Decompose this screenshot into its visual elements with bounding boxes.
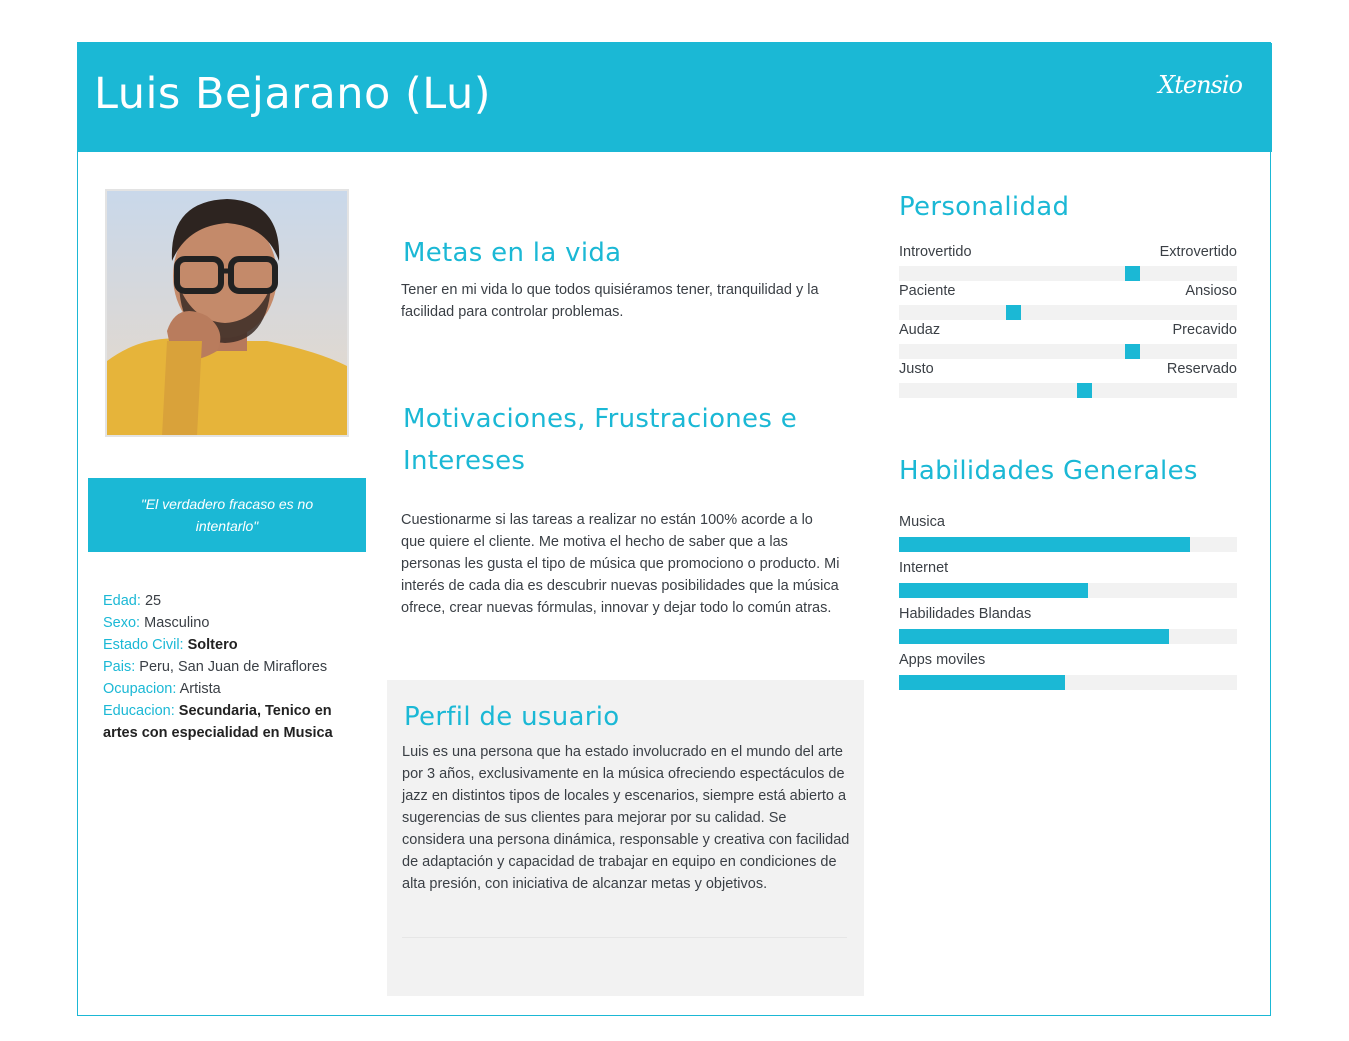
divider [402, 937, 847, 938]
civil-status-value: Soltero [187, 637, 238, 653]
sex-row: Sexo: Masculino [103, 612, 363, 634]
country-row: Pais: Peru, San Juan de Miraflores [103, 656, 363, 678]
country-label: Pais: [103, 659, 136, 675]
trait-left-label: Audaz [899, 322, 941, 338]
skill-row: Habilidades Blandas [899, 606, 1237, 652]
trait-row: Audaz Precavido [899, 322, 1237, 361]
trait-row: Justo Reservado [899, 361, 1237, 400]
skill-label: Apps moviles [899, 652, 986, 668]
trait-left-label: Paciente [899, 283, 956, 299]
skill-row: Internet [899, 560, 1237, 606]
skill-row: Apps moviles [899, 652, 1237, 698]
xtensio-logo[interactable]: Xtensio [1158, 71, 1243, 99]
profile-text: Luis es una persona que ha estado involu… [402, 744, 850, 892]
education-label: Educacion: [103, 703, 175, 719]
skill-bar-track [899, 537, 1237, 552]
skill-bar-fill [899, 629, 1169, 644]
trait-slider-track[interactable] [899, 383, 1237, 398]
skill-bar-fill [899, 583, 1088, 598]
skill-label: Musica [899, 514, 945, 530]
persona-photo [105, 189, 349, 437]
trait-slider-handle[interactable] [1125, 266, 1140, 281]
sex-value: Masculino [144, 615, 210, 631]
trait-row: Introvertido Extrovertido [899, 244, 1237, 283]
trait-slider-handle[interactable] [1077, 383, 1092, 398]
country-value: Peru, San Juan de Miraflores [139, 659, 328, 675]
skill-bar-track [899, 629, 1237, 644]
skill-bar-fill [899, 537, 1190, 552]
skill-label: Habilidades Blandas [899, 606, 1032, 622]
occupation-row: Ocupacion: Artista [103, 678, 363, 700]
skill-bar-track [899, 675, 1237, 690]
skill-label: Internet [899, 560, 949, 576]
age-label: Edad: [103, 593, 141, 609]
goals-text: Tener en mi vida lo que todos quisiéramo… [401, 282, 819, 320]
trait-slider-track[interactable] [899, 266, 1237, 281]
motivations-text: Cuestionarme si las tareas a realizar no… [401, 512, 840, 616]
persona-card: Luis Bejarano (Lu) Xtensio "El verdadero… [77, 42, 1272, 1016]
trait-right-label: Extrovertido [1159, 244, 1237, 260]
trait-slider-handle[interactable] [1006, 305, 1021, 320]
occupation-label: Ocupacion: [103, 681, 177, 697]
quote-text: "El verdadero fracaso es no intentarlo" [140, 496, 314, 534]
skill-row: Musica [899, 514, 1237, 560]
trait-right-label: Reservado [1166, 361, 1237, 377]
personality-heading: Personalidad [899, 192, 1070, 222]
age-row: Edad: 25 [103, 590, 363, 612]
profile-section: Perfil de usuario Luis es una persona qu… [387, 680, 864, 996]
quote-box: "El verdadero fracaso es no intentarlo" [88, 478, 366, 552]
persona-name: Luis Bejarano (Lu) [94, 69, 491, 119]
trait-slider-handle[interactable] [1125, 344, 1140, 359]
header-bar: Luis Bejarano (Lu) Xtensio [78, 43, 1272, 152]
skill-bar-track [899, 583, 1237, 598]
motivations-heading-line1: Motivaciones, Frustraciones e [403, 404, 798, 434]
goals-heading: Metas en la vida [403, 238, 622, 268]
skills-heading: Habilidades Generales [899, 456, 1198, 486]
skill-bar-fill [899, 675, 1065, 690]
profile-heading: Perfil de usuario [404, 702, 620, 732]
education-row: Educacion: Secundaria, Tenico en artes c… [103, 700, 363, 744]
motivations-heading-line2: Intereses [403, 446, 526, 476]
occupation-value: Artista [179, 681, 221, 697]
avatar-illustration [107, 191, 347, 435]
trait-left-label: Introvertido [899, 244, 972, 260]
civil-status-row: Estado Civil: Soltero [103, 634, 363, 656]
trait-row: Paciente Ansioso [899, 283, 1237, 322]
sex-label: Sexo: [103, 615, 141, 631]
age-value: 25 [144, 593, 162, 609]
trait-right-label: Precavido [1172, 322, 1237, 338]
trait-slider-track[interactable] [899, 305, 1237, 320]
trait-left-label: Justo [899, 361, 934, 377]
civil-status-label: Estado Civil: [103, 637, 184, 653]
demographics: Edad: 25 Sexo: Masculino Estado Civil: S… [103, 590, 363, 744]
trait-right-label: Ansioso [1185, 283, 1237, 299]
trait-slider-track[interactable] [899, 344, 1237, 359]
